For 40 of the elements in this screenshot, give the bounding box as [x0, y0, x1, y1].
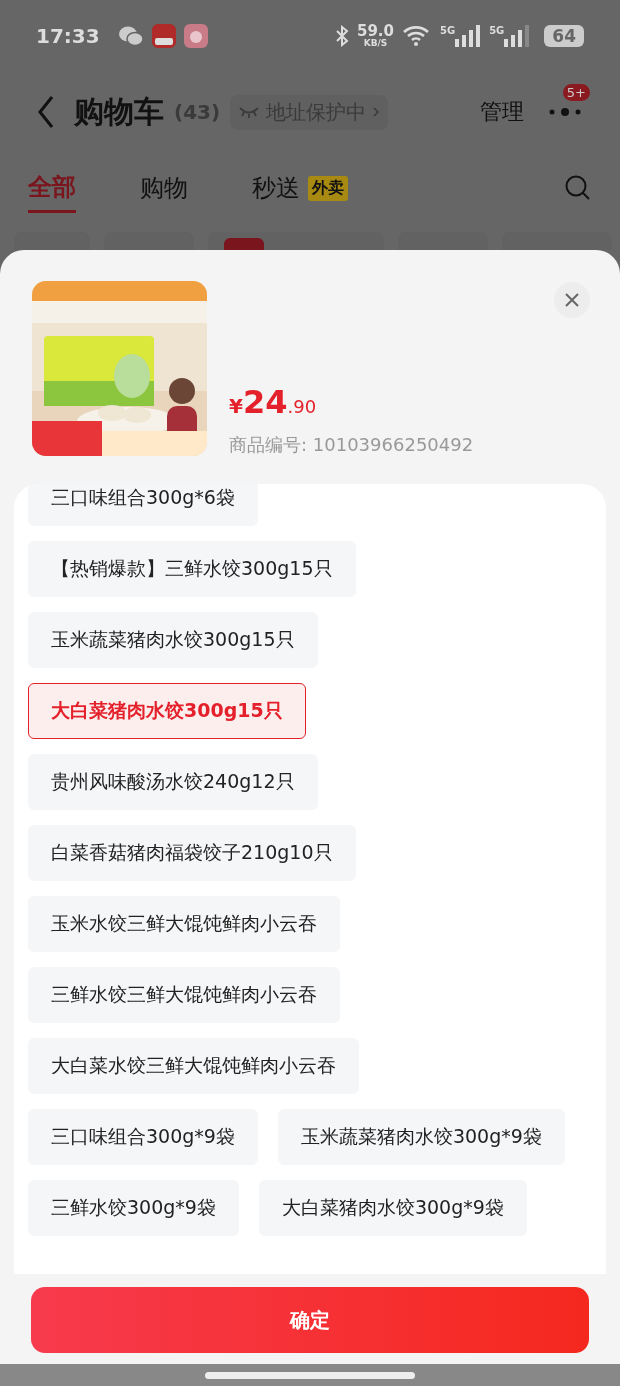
option-chip[interactable]: 白菜香菇猪肉福袋饺子210g10只 — [28, 825, 356, 881]
search-icon[interactable] — [564, 174, 592, 202]
option-chip[interactable]: 三鲜水饺三鲜大馄饨鲜肉小云吞 — [28, 967, 340, 1023]
speed-unit: KB/S — [363, 39, 388, 48]
page-title: 购物车 — [74, 92, 164, 131]
chevron-right-icon — [372, 106, 381, 118]
option-chip[interactable]: 玉米水饺三鲜大馄饨鲜肉小云吞 — [28, 896, 340, 952]
option-chip[interactable]: 三鲜水饺300g*9袋 — [28, 1180, 239, 1236]
close-button[interactable] — [554, 282, 590, 318]
battery-indicator: 64 — [544, 25, 584, 47]
option-chip[interactable]: 大白菜猪肉水饺300g15只 — [28, 683, 306, 739]
close-icon — [564, 292, 580, 308]
status-time: 17:33 — [36, 24, 100, 48]
product-code-label: 商品编号: — [229, 434, 308, 455]
eye-closed-icon — [238, 105, 261, 119]
chat-app-icon — [117, 25, 144, 47]
signal-icon — [455, 25, 482, 47]
bluetooth-icon — [334, 25, 349, 47]
category-tab[interactable]: 秒送 外卖 — [252, 163, 348, 213]
product-price: ¥24.90 — [229, 383, 318, 421]
network-label: 5G — [440, 25, 456, 36]
delivery-tag: 外卖 — [308, 175, 348, 201]
option-chip[interactable]: 大白菜猪肉水饺300g*9袋 — [258, 1180, 527, 1236]
option-chip[interactable]: 玉米蔬菜猪肉水饺300g*9袋 — [277, 1109, 565, 1165]
option-chip[interactable]: 【热销爆款】三鲜水饺300g15只 — [28, 541, 356, 597]
option-chip[interactable]: 玉米蔬菜猪肉水饺300g15只 — [28, 612, 318, 668]
option-chip[interactable]: 贵州风味酸汤水饺240g12只 — [28, 754, 318, 810]
network-speed: 59.0 — [356, 24, 394, 39]
app-icon — [183, 24, 208, 48]
network-label: 5G — [489, 25, 505, 36]
confirm-button[interactable]: 确定 — [31, 1287, 589, 1353]
option-chip[interactable]: 大白菜水饺三鲜大馄饨鲜肉小云吞 — [28, 1038, 359, 1094]
app-icon — [151, 24, 176, 48]
back-icon[interactable] — [36, 95, 56, 129]
home-indicator[interactable] — [205, 1371, 415, 1379]
option-chip[interactable]: 三口味组合300g*6袋 — [28, 484, 258, 526]
product-code: 10103966250492 — [312, 434, 474, 455]
option-chip[interactable]: 三口味组合300g*9袋 — [28, 1109, 258, 1165]
signal-icon — [504, 25, 531, 47]
notification-badge: 5+ — [562, 84, 590, 101]
